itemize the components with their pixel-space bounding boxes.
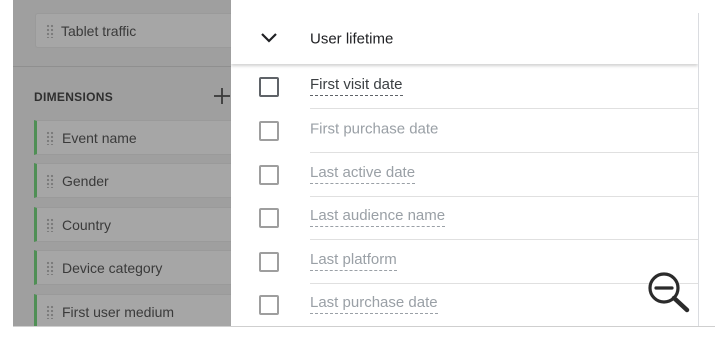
dimension-chip-gender[interactable]: Gender (34, 163, 231, 198)
segment-chip-label: Tablet traffic (61, 22, 137, 39)
dimension-chip-country[interactable]: Country (34, 207, 231, 242)
option-label: Last purchase date (310, 294, 438, 314)
option-label: Last active date (310, 164, 416, 184)
group-title: User lifetime (310, 30, 394, 47)
option-row-last-platform[interactable]: Last platform (231, 240, 698, 284)
checkbox[interactable] (259, 295, 279, 315)
dimension-chip-event-name[interactable]: Event name (34, 120, 231, 155)
option-row-last-purchase-date[interactable]: Last purchase date (231, 283, 698, 326)
dimension-chip-label: Gender (62, 172, 109, 189)
checkbox[interactable] (259, 121, 279, 141)
section-divider (13, 66, 231, 67)
option-row-first-visit-date[interactable]: First visit date (231, 65, 698, 109)
option-row-last-audience-name[interactable]: Last audience name (231, 196, 698, 240)
option-row-first-purchase-date[interactable]: First purchase date (231, 109, 698, 153)
option-label: Last audience name (310, 207, 446, 227)
chevron-down-icon[interactable] (259, 31, 279, 45)
option-label: First visit date (310, 76, 403, 96)
checkbox[interactable] (259, 208, 279, 228)
dimension-chip-label: Country (62, 216, 112, 233)
drag-handle-icon[interactable] (46, 130, 54, 145)
dimension-chip-first-user-medium[interactable]: First user medium (34, 294, 231, 326)
drag-handle-icon[interactable] (46, 260, 54, 275)
dimension-chip-label: First user medium (62, 303, 175, 320)
checkbox[interactable] (259, 77, 279, 97)
dimension-chip-label: Event name (62, 129, 137, 146)
bottom-border (13, 326, 715, 327)
checkbox[interactable] (259, 252, 279, 272)
drag-handle-icon[interactable] (46, 304, 54, 319)
option-label: Last platform (310, 251, 397, 271)
checkbox[interactable] (259, 165, 279, 185)
drag-handle-icon[interactable] (46, 173, 54, 188)
dimension-chip-label: Device category (62, 259, 163, 276)
segment-chip-tablet-traffic[interactable]: Tablet traffic (35, 13, 231, 48)
drag-handle-icon[interactable] (46, 23, 54, 38)
variables-panel: Tablet traffic DIMENSIONS Event name Gen… (13, 0, 231, 326)
plus-icon[interactable] (213, 87, 231, 105)
zoom-out-icon[interactable] (646, 270, 692, 314)
option-row-last-active-date[interactable]: Last active date (231, 153, 698, 197)
screenshot-frame: Tablet traffic DIMENSIONS Event name Gen… (0, 0, 722, 349)
drag-handle-icon[interactable] (46, 217, 54, 232)
dimension-chip-device-category[interactable]: Device category (34, 250, 231, 285)
option-label: First purchase date (310, 120, 439, 138)
group-header-user-lifetime[interactable]: User lifetime (231, 13, 698, 64)
dimensions-heading: DIMENSIONS (34, 90, 114, 104)
dimension-picker-panel: User lifetime First visit date First pur… (231, 13, 699, 326)
